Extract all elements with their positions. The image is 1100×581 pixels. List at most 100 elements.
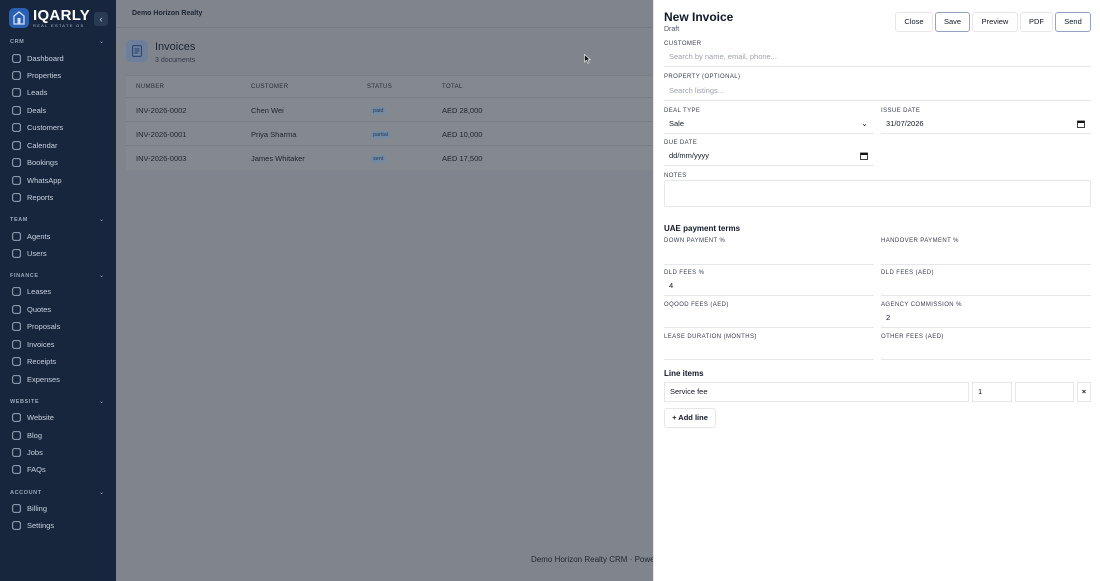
sidebar-item-label: Receipts xyxy=(27,356,57,366)
lease-duration-input[interactable] xyxy=(664,341,874,360)
property-label: PROPERTY (OPTIONAL) xyxy=(664,74,741,80)
sidebar-item-jobs[interactable]: Jobs xyxy=(12,445,43,459)
dld-fees-pct-label: DLD FEES % xyxy=(664,270,705,276)
sidebar-item-settings[interactable]: Settings xyxy=(12,518,54,532)
sidebar-item-label: Blog xyxy=(27,430,43,440)
sidebar-item-agents[interactable]: Agents xyxy=(12,229,50,243)
sidebar-item-bookings[interactable]: Bookings xyxy=(12,155,58,169)
preview-button[interactable]: Preview xyxy=(972,12,1018,32)
sidebar-item-receipts[interactable]: Receipts xyxy=(12,354,56,368)
sidebar-item-quotes[interactable]: Quotes xyxy=(12,302,51,316)
table-row[interactable]: INV-2026-0001 Priya Sharma partial AED 1… xyxy=(126,121,666,145)
line-item-price-input[interactable] xyxy=(1015,382,1074,402)
sidebar-item-customers[interactable]: Customers xyxy=(12,120,63,134)
column-header-total[interactable]: TOTAL xyxy=(442,84,463,90)
oqood-fees-input[interactable] xyxy=(664,309,874,328)
column-header-status[interactable]: STATUS xyxy=(367,84,392,90)
sidebar-item-billing[interactable]: Billing xyxy=(12,501,47,515)
chevron-down-icon[interactable]: ⌄ xyxy=(99,489,104,496)
brand-tagline: REAL ESTATE OS xyxy=(33,23,85,28)
sidebar-item-label: WhatsApp xyxy=(27,175,62,185)
deal-type-value: Sale xyxy=(669,119,685,128)
invoice-icon xyxy=(12,339,21,349)
calendar-icon xyxy=(12,140,21,150)
agency-commission-input[interactable]: 2 xyxy=(881,309,1091,328)
remove-line-icon[interactable]: × xyxy=(1077,382,1091,402)
issue-date-input[interactable]: 31/07/2026 xyxy=(881,115,1091,134)
sidebar-item-dashboard[interactable]: Dashboard xyxy=(12,51,64,65)
table-row[interactable]: INV-2026-0002 Chen Wei paid AED 28,000 xyxy=(126,97,666,121)
sidebar-item-properties[interactable]: Properties xyxy=(12,68,61,82)
add-line-button[interactable]: + Add line xyxy=(664,408,716,428)
document-icon xyxy=(12,286,21,296)
brand-name: IQARLY xyxy=(33,7,91,24)
deal-type-label: DEAL TYPE xyxy=(664,108,701,114)
uae-terms-heading: UAE payment terms xyxy=(664,224,741,233)
chevron-down-icon[interactable]: ⌄ xyxy=(99,38,104,45)
dld-fees-aed-label: DLD FEES (AED) xyxy=(881,270,934,276)
down-payment-input[interactable] xyxy=(664,246,874,265)
notes-label: NOTES xyxy=(664,173,687,179)
pdf-button[interactable]: PDF xyxy=(1020,12,1053,32)
globe-icon xyxy=(12,412,21,422)
sidebar-item-users[interactable]: Users xyxy=(12,246,47,260)
sidebar-item-label: Dashboard xyxy=(27,53,64,63)
sidebar-item-leases[interactable]: Leases xyxy=(12,284,51,298)
other-fees-input[interactable] xyxy=(881,341,1091,360)
column-header-number[interactable]: NUMBER xyxy=(136,84,164,90)
deal-type-select[interactable]: Sale ⌄ xyxy=(664,115,874,134)
sidebar-item-faqs[interactable]: FAQs xyxy=(12,462,46,476)
due-date-value: dd/mm/yyyy xyxy=(669,151,710,160)
sidebar-section-finance[interactable]: FINANCE xyxy=(10,273,39,279)
notes-textarea[interactable] xyxy=(664,180,1091,207)
sidebar-item-label: FAQs xyxy=(27,464,46,474)
line-item-description-input[interactable]: Service fee xyxy=(664,382,969,402)
send-button[interactable]: Send xyxy=(1055,12,1091,32)
sidebar-section-crm[interactable]: CRM xyxy=(10,39,24,45)
footer-text: Demo Horizon Realty CRM · Powered xyxy=(531,555,667,564)
line-item-qty-input[interactable]: 1 xyxy=(972,382,1012,402)
close-button[interactable]: Close xyxy=(895,12,933,32)
sidebar-item-website[interactable]: Website xyxy=(12,410,54,424)
invoice-number: INV-2026-0001 xyxy=(136,130,187,139)
table-row[interactable]: INV-2026-0003 James Whitaker sent AED 17… xyxy=(126,145,666,169)
chevron-down-icon[interactable]: ⌄ xyxy=(99,272,104,279)
save-button[interactable]: Save xyxy=(935,12,970,32)
calendar-icon[interactable] xyxy=(860,147,868,167)
sidebar-item-calendar[interactable]: Calendar xyxy=(12,138,57,152)
chat-icon xyxy=(12,175,21,185)
sidebar-item-label: Invoices xyxy=(27,339,55,349)
sidebar-section-team[interactable]: TEAM xyxy=(10,217,28,223)
sidebar-item-label: Calendar xyxy=(27,140,58,150)
sidebar-item-label: Agents xyxy=(27,231,51,241)
handover-payment-input[interactable] xyxy=(881,246,1091,265)
sidebar-section-account[interactable]: ACCOUNT xyxy=(10,490,42,496)
sidebar-item-invoices[interactable]: Invoices xyxy=(12,337,55,351)
due-date-input[interactable]: dd/mm/yyyy xyxy=(664,147,874,166)
sidebar-item-proposals[interactable]: Proposals xyxy=(12,319,60,333)
brand-logo[interactable]: IQARLY REAL ESTATE OS xyxy=(9,8,90,28)
calendar-icon[interactable] xyxy=(1077,115,1085,135)
sidebar-item-reports[interactable]: Reports xyxy=(12,190,53,204)
sidebar-item-leads[interactable]: Leads xyxy=(12,85,47,99)
sidebar-collapse-button[interactable]: ‹ xyxy=(94,12,108,26)
sidebar-item-blog[interactable]: Blog xyxy=(12,428,42,442)
sidebar-item-label: Users xyxy=(27,248,47,258)
dld-fees-pct-input[interactable]: 4 xyxy=(664,277,874,296)
new-invoice-drawer: New Invoice Draft Close Save Preview PDF… xyxy=(653,0,1100,581)
receipt-icon xyxy=(12,356,21,366)
sidebar-item-label: Leases xyxy=(27,286,52,296)
customer-search-input[interactable]: Search by name, email, phone... xyxy=(664,48,1091,67)
chevron-down-icon[interactable]: ⌄ xyxy=(99,398,104,405)
dld-fees-aed-input[interactable] xyxy=(881,277,1091,296)
sidebar-item-deals[interactable]: Deals xyxy=(12,103,46,117)
column-header-customer[interactable]: CUSTOMER xyxy=(251,84,288,90)
chevron-down-icon[interactable]: ⌄ xyxy=(99,216,104,223)
property-search-input[interactable]: Search listings... xyxy=(664,82,1091,101)
sidebar-section-website[interactable]: WEBSITE xyxy=(10,399,39,405)
sidebar-item-expenses[interactable]: Expenses xyxy=(12,372,60,386)
question-icon xyxy=(12,464,21,474)
lease-duration-label: LEASE DURATION (MONTHS) xyxy=(664,334,757,340)
sidebar-item-label: Reports xyxy=(27,192,54,202)
sidebar-item-whatsapp[interactable]: WhatsApp xyxy=(12,173,62,187)
